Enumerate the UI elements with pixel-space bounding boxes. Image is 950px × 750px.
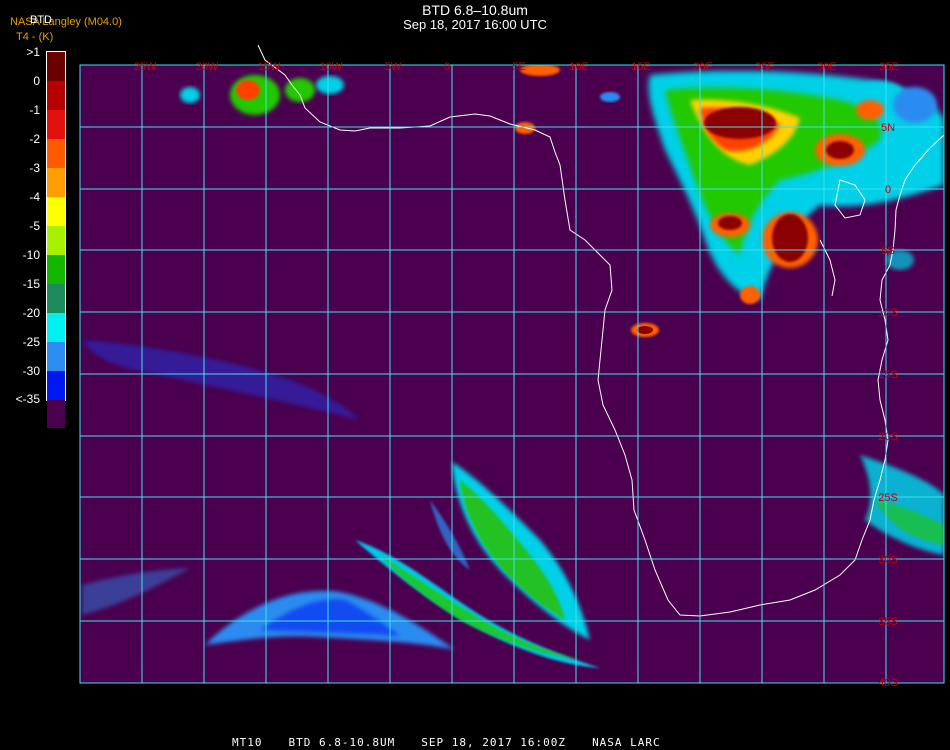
lat-label: 20S (878, 431, 898, 443)
lat-label: 40S (878, 677, 898, 689)
lat-label: 15S (878, 369, 898, 381)
lon-label: 15E (631, 61, 651, 73)
footer-datetime: SEP 18, 2017 16:00Z (421, 736, 567, 749)
lat-label: 25S (878, 492, 898, 504)
lon-label: 20E (693, 61, 713, 73)
lon-label: 25W (134, 61, 157, 73)
footer-satellite: MT10 (232, 736, 263, 749)
lon-label: 0 (444, 61, 450, 73)
lon-label: 25E (755, 61, 775, 73)
lon-label: 10W (320, 61, 343, 73)
lat-label: 35S (878, 616, 898, 628)
lon-label: 20W (196, 61, 219, 73)
lat-label: 0 (885, 184, 891, 196)
lon-label: 35E (879, 61, 899, 73)
satellite-map: 25W 20W 15W 10W 5W 0 5E 10E 15E 20E 25E … (79, 44, 945, 689)
lon-label: 30E (817, 61, 837, 73)
lon-label: 5E (512, 61, 525, 73)
footer-product: BTD 6.8-10.8UM (288, 736, 396, 749)
lat-label: 30S (878, 554, 898, 566)
lon-label: 10E (569, 61, 589, 73)
lon-label: 5W (385, 61, 402, 73)
lat-label: 5S (881, 245, 894, 257)
lon-label: 15W (258, 61, 281, 73)
lat-label: 5N (881, 122, 895, 134)
footer-org: NASA LARC (592, 736, 661, 749)
footer-info: MT10 BTD 6.8-10.8UM SEP 18, 2017 16:00Z NAS… (232, 736, 687, 749)
lat-label: 10S (878, 307, 898, 319)
